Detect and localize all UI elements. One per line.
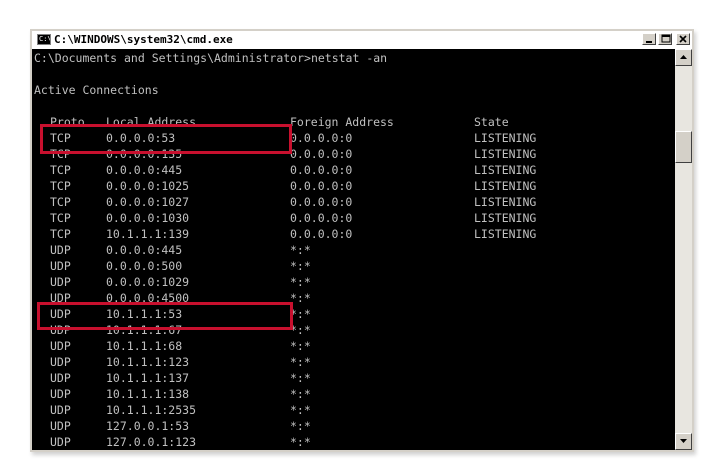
row-foreign-address: *:*: [290, 323, 311, 337]
row-state: LISTENING: [474, 147, 537, 161]
arrow-down-icon: [680, 439, 687, 443]
row-local-address: 10.1.1.1:139: [106, 227, 190, 241]
close-icon: [679, 35, 687, 43]
row-proto: UDP: [50, 403, 71, 417]
row-local-address: 0.0.0.0:445: [106, 243, 183, 257]
maximize-icon: [661, 34, 671, 43]
row-state: LISTENING: [474, 163, 537, 177]
highlight-box-udp-53: [37, 302, 293, 330]
vertical-scrollbar[interactable]: [675, 49, 692, 450]
row-foreign-address: 0.0.0.0:0: [290, 147, 353, 161]
row-foreign-address: 0.0.0.0:0: [290, 195, 353, 209]
arrow-up-icon: [680, 55, 687, 59]
row-local-address: 0.0.0.0:1030: [106, 211, 190, 225]
row-proto: UDP: [50, 371, 71, 385]
row-proto: TCP: [50, 227, 71, 241]
section-title: Active Connections: [34, 83, 159, 97]
connection-row: TCP 10.1.1.1:139 0.0.0.0:0 LISTENING: [32, 226, 675, 242]
row-proto: UDP: [50, 419, 71, 433]
header-state: State: [474, 115, 509, 129]
row-proto: UDP: [50, 339, 71, 353]
row-proto: TCP: [50, 179, 71, 193]
row-proto: UDP: [50, 387, 71, 401]
row-proto: UDP: [50, 355, 71, 369]
row-state: LISTENING: [474, 211, 537, 225]
row-local-address: 127.0.0.1:53: [106, 419, 190, 433]
cmd-window: C:\ C:\WINDOWS\system32\cmd.exe C:\Docum…: [30, 29, 694, 452]
row-foreign-address: *:*: [290, 339, 311, 353]
row-local-address: 0.0.0.0:1025: [106, 179, 190, 193]
row-foreign-address: *:*: [290, 355, 311, 369]
row-foreign-address: *:*: [290, 371, 311, 385]
row-local-address: 10.1.1.1:2535: [106, 403, 197, 417]
maximize-button[interactable]: [658, 33, 672, 45]
row-local-address: 10.1.1.1:138: [106, 387, 190, 401]
connection-row: UDP 0.0.0.0:1029 *:*: [32, 274, 675, 290]
scrollbar-thumb[interactable]: [675, 131, 692, 163]
connection-row: UDP 10.1.1.1:68 *:*: [32, 338, 675, 354]
minimize-icon: [646, 41, 652, 43]
row-foreign-address: *:*: [290, 275, 311, 289]
connection-row: TCP 0.0.0.0:1025 0.0.0.0:0 LISTENING: [32, 178, 675, 194]
row-foreign-address: 0.0.0.0:0: [290, 163, 353, 177]
window-title: C:\WINDOWS\system32\cmd.exe: [54, 33, 233, 46]
row-state: LISTENING: [474, 227, 537, 241]
row-local-address: 10.1.1.1:68: [106, 339, 183, 353]
row-foreign-address: 0.0.0.0:0: [290, 179, 353, 193]
row-proto: TCP: [50, 195, 71, 209]
command-prompt-line: C:\Documents and Settings\Administrator>…: [34, 51, 388, 65]
header-foreign-address: Foreign Address: [290, 115, 394, 129]
highlight-box-tcp-53: [40, 124, 292, 154]
row-foreign-address: *:*: [290, 291, 311, 305]
connection-row: UDP 0.0.0.0:500 *:*: [32, 258, 675, 274]
row-foreign-address: 0.0.0.0:0: [290, 131, 353, 145]
row-foreign-address: *:*: [290, 403, 311, 417]
row-state: LISTENING: [474, 195, 537, 209]
row-local-address: 0.0.0.0:1029: [106, 275, 190, 289]
row-proto: TCP: [50, 163, 71, 177]
connection-row: UDP 127.0.0.1:53 *:*: [32, 418, 675, 434]
row-local-address: 0.0.0.0:1027: [106, 195, 190, 209]
row-local-address: 10.1.1.1:123: [106, 355, 190, 369]
row-proto: TCP: [50, 211, 71, 225]
connection-row: TCP 0.0.0.0:445 0.0.0.0:0 LISTENING: [32, 162, 675, 178]
title-bar[interactable]: C:\ C:\WINDOWS\system32\cmd.exe: [32, 31, 692, 49]
row-proto: UDP: [50, 259, 71, 273]
connection-row: TCP 0.0.0.0:1030 0.0.0.0:0 LISTENING: [32, 210, 675, 226]
row-foreign-address: 0.0.0.0:0: [290, 211, 353, 225]
row-foreign-address: 0.0.0.0:0: [290, 227, 353, 241]
row-local-address: 10.1.1.1:137: [106, 371, 190, 385]
cmd-app-icon: C:\: [37, 34, 51, 45]
row-proto: UDP: [50, 435, 71, 449]
row-foreign-address: *:*: [290, 259, 311, 273]
row-state: LISTENING: [474, 179, 537, 193]
connection-row: UDP 10.1.1.1:137 *:*: [32, 370, 675, 386]
connection-row: UDP 10.1.1.1:138 *:*: [32, 386, 675, 402]
row-proto: UDP: [50, 243, 71, 257]
row-foreign-address: *:*: [290, 307, 311, 321]
connection-row: UDP 10.1.1.1:123 *:*: [32, 354, 675, 370]
row-foreign-address: *:*: [290, 419, 311, 433]
row-foreign-address: *:*: [290, 387, 311, 401]
console-output[interactable]: C:\Documents and Settings\Administrator>…: [32, 49, 675, 450]
row-state: LISTENING: [474, 131, 537, 145]
connection-row: UDP 127.0.0.1:123 *:*: [32, 434, 675, 450]
row-local-address: 0.0.0.0:445: [106, 163, 183, 177]
minimize-button[interactable]: [642, 33, 656, 45]
row-local-address: 0.0.0.0:500: [106, 259, 183, 273]
connection-row: UDP 0.0.0.0:445 *:*: [32, 242, 675, 258]
scroll-up-button[interactable]: [675, 49, 692, 66]
row-foreign-address: *:*: [290, 243, 311, 257]
scroll-down-button[interactable]: [675, 433, 692, 450]
row-foreign-address: *:*: [290, 435, 311, 449]
connection-row: UDP 10.1.1.1:2535 *:*: [32, 402, 675, 418]
row-proto: UDP: [50, 275, 71, 289]
row-local-address: 127.0.0.1:123: [106, 435, 197, 449]
close-button[interactable]: [676, 33, 690, 45]
connection-row: TCP 0.0.0.0:1027 0.0.0.0:0 LISTENING: [32, 194, 675, 210]
